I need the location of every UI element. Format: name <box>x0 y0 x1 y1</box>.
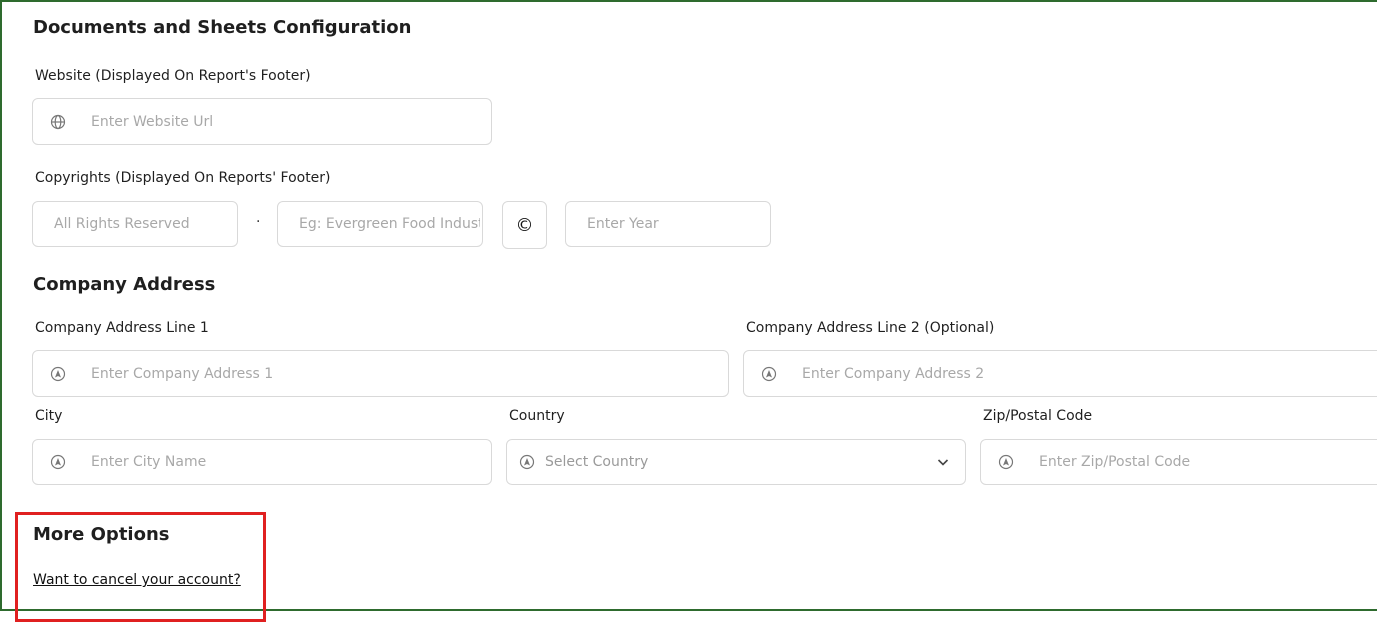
website-label: Website (Displayed On Report's Footer) <box>35 68 311 84</box>
company-name-field[interactable] <box>277 201 483 247</box>
zip-input[interactable] <box>1037 453 1377 471</box>
zip-field[interactable] <box>980 439 1377 485</box>
documents-section-title: Documents and Sheets Configuration <box>33 17 412 38</box>
navigation-icon <box>50 366 66 382</box>
navigation-icon <box>998 454 1014 470</box>
navigation-icon <box>50 454 66 470</box>
company-name-input[interactable] <box>297 215 482 233</box>
year-input[interactable] <box>585 215 770 233</box>
city-label: City <box>35 408 63 424</box>
rights-field[interactable] <box>32 201 238 247</box>
country-label: Country <box>509 408 565 424</box>
address-line2-label: Company Address Line 2 (Optional) <box>746 320 995 336</box>
globe-icon <box>50 114 66 130</box>
year-field[interactable] <box>565 201 771 247</box>
website-input[interactable] <box>89 112 491 131</box>
zip-label: Zip/Postal Code <box>983 408 1093 424</box>
highlight-box <box>15 512 266 622</box>
country-select[interactable]: Select Country <box>506 439 966 485</box>
city-field[interactable] <box>32 439 492 485</box>
address-line1-field[interactable] <box>32 350 729 397</box>
address-line1-label: Company Address Line 1 <box>35 320 209 336</box>
address-line1-input[interactable] <box>89 364 728 383</box>
navigation-icon <box>519 454 535 470</box>
city-input[interactable] <box>89 453 491 471</box>
website-field[interactable] <box>32 98 492 145</box>
copyrights-label: Copyrights (Displayed On Reports' Footer… <box>35 170 331 186</box>
rights-input[interactable] <box>52 215 237 233</box>
chevron-down-icon[interactable] <box>935 454 951 470</box>
separator-dot: · <box>256 214 261 230</box>
country-select-value: Select Country <box>545 454 649 470</box>
navigation-icon <box>761 366 777 382</box>
copyright-symbol: © <box>502 201 547 249</box>
address-section-title: Company Address <box>33 274 216 295</box>
address-line2-input[interactable] <box>800 364 1377 383</box>
address-line2-field[interactable] <box>743 350 1377 397</box>
